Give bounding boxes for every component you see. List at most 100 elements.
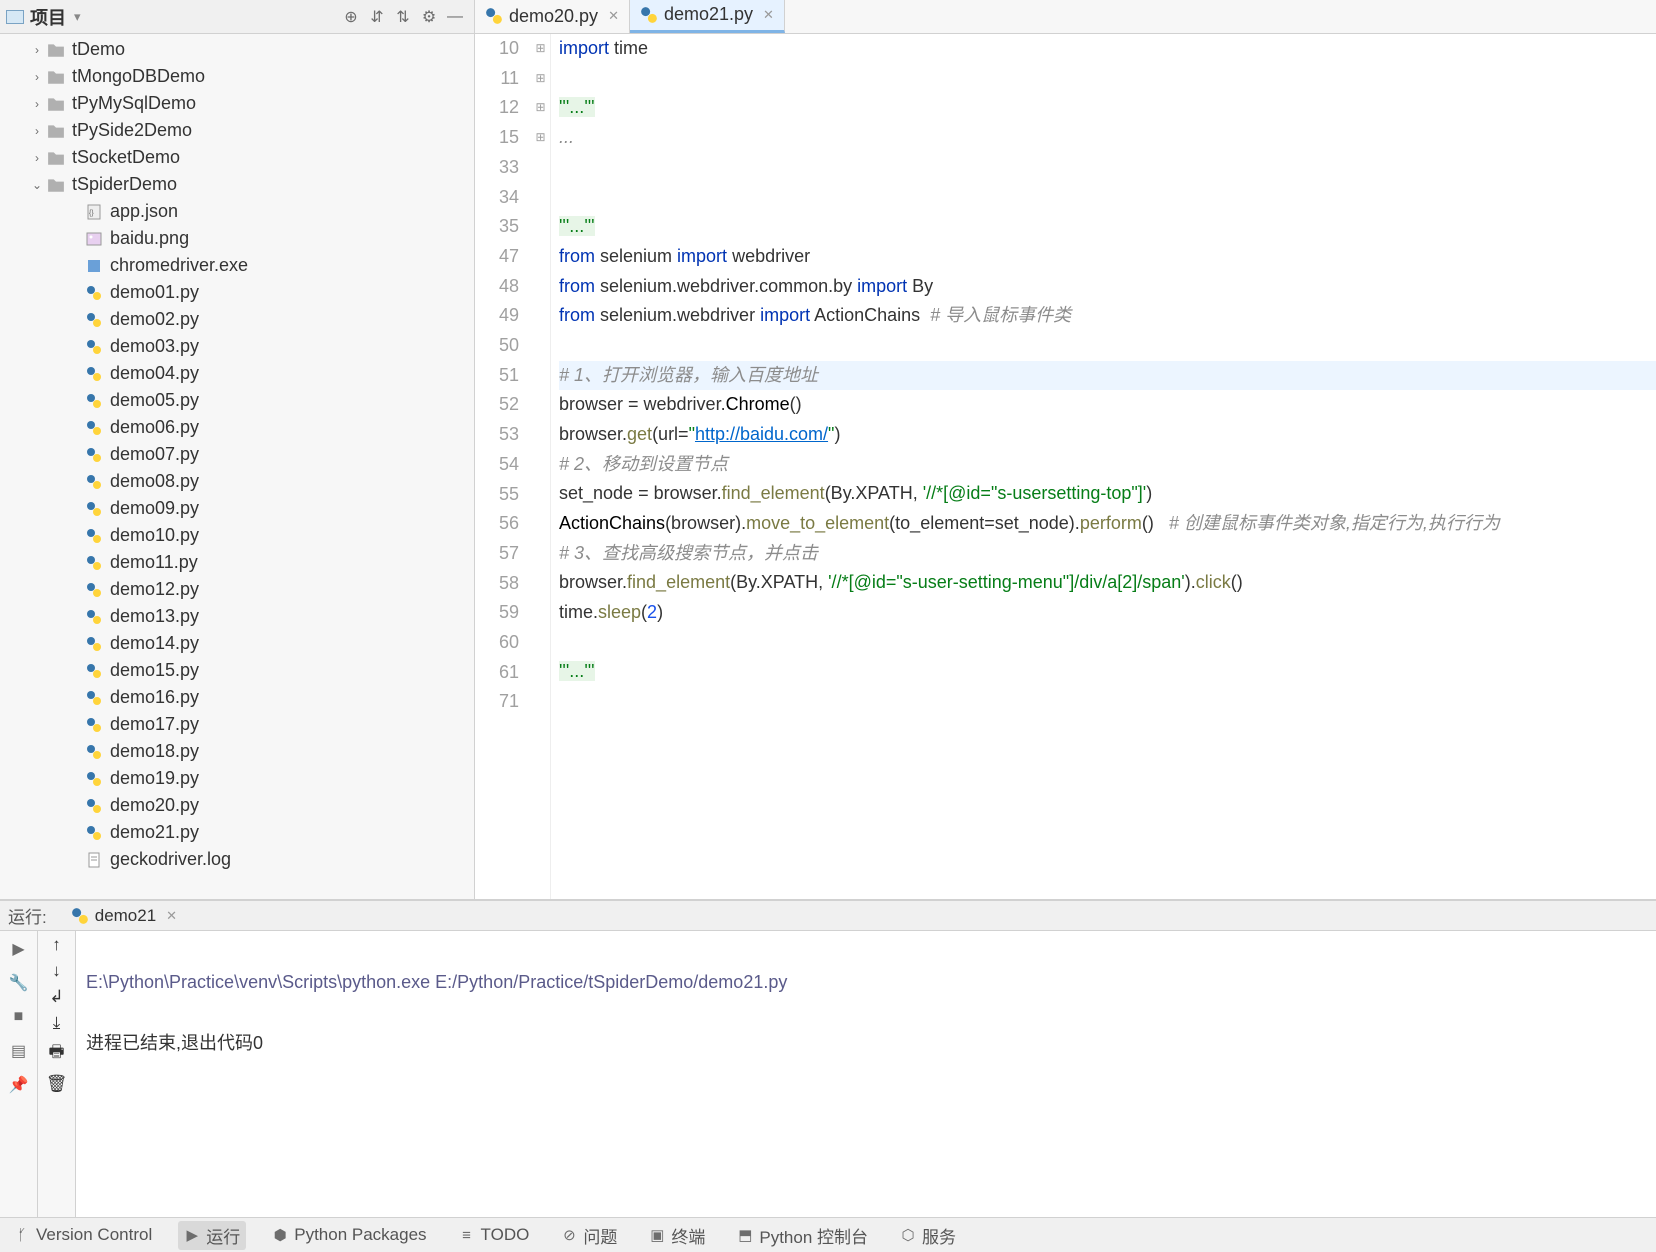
tree-file[interactable]: baidu.png bbox=[0, 225, 474, 252]
statusbar-item-console[interactable]: ⬒ Python 控制台 bbox=[731, 1221, 874, 1250]
code-line[interactable]: browser.get(url="http://baidu.com/") bbox=[559, 420, 1656, 450]
wrench-icon[interactable]: 🔧 bbox=[5, 969, 33, 997]
tree-file[interactable]: {} app.json bbox=[0, 198, 474, 225]
chevron-right-icon[interactable]: › bbox=[28, 43, 46, 57]
code-line[interactable]: ActionChains(browser).move_to_element(to… bbox=[559, 509, 1656, 539]
tree-file[interactable]: demo21.py bbox=[0, 819, 474, 846]
tree-file[interactable]: demo02.py bbox=[0, 306, 474, 333]
tree-file[interactable]: demo13.py bbox=[0, 603, 474, 630]
statusbar-item-todo[interactable]: ≡ TODO bbox=[453, 1223, 536, 1247]
code-line[interactable]: from selenium import webdriver bbox=[559, 242, 1656, 272]
statusbar-item-services[interactable]: ⬡ 服务 bbox=[894, 1221, 962, 1250]
tree-file[interactable]: demo03.py bbox=[0, 333, 474, 360]
tree-file[interactable]: demo04.py bbox=[0, 360, 474, 387]
tree-file[interactable]: geckodriver.log bbox=[0, 846, 474, 873]
tree-file[interactable]: demo19.py bbox=[0, 765, 474, 792]
tree-file[interactable]: chromedriver.exe bbox=[0, 252, 474, 279]
tree-folder[interactable]: › tPySide2Demo bbox=[0, 117, 474, 144]
clear-icon[interactable]: 🗑 bbox=[46, 1074, 68, 1094]
hide-panel-icon[interactable]: — bbox=[442, 4, 468, 30]
editor-tab[interactable]: demo21.py ✕ bbox=[630, 0, 785, 33]
rerun-icon[interactable]: ▶ bbox=[5, 935, 33, 963]
tree-folder[interactable]: › tDemo bbox=[0, 36, 474, 63]
tree-file[interactable]: demo12.py bbox=[0, 576, 474, 603]
code-line[interactable] bbox=[559, 331, 1656, 361]
code-content[interactable]: import time '''...'''... '''...'''from s… bbox=[551, 34, 1656, 899]
project-menu-dropdown[interactable]: ▾ bbox=[74, 9, 81, 25]
tree-file[interactable]: demo09.py bbox=[0, 495, 474, 522]
file-icon bbox=[84, 717, 104, 733]
tree-folder[interactable]: ⌄ tSpiderDemo bbox=[0, 171, 474, 198]
layout-icon[interactable]: ▤ bbox=[5, 1037, 33, 1065]
stop-icon[interactable]: ■ bbox=[5, 1003, 33, 1031]
code-line[interactable]: ... bbox=[559, 123, 1656, 153]
statusbar-item-play[interactable]: ▶ 运行 bbox=[178, 1221, 246, 1250]
code-line[interactable]: set_node = browser.find_element(By.XPATH… bbox=[559, 479, 1656, 509]
pin-icon[interactable]: 📌 bbox=[5, 1071, 33, 1099]
collapse-all-icon[interactable]: ⇅ bbox=[390, 4, 416, 30]
tree-folder[interactable]: › tMongoDBDemo bbox=[0, 63, 474, 90]
statusbar-item-packages[interactable]: ⬢ Python Packages bbox=[266, 1223, 432, 1247]
chevron-right-icon[interactable]: › bbox=[28, 124, 46, 138]
tree-file[interactable]: demo08.py bbox=[0, 468, 474, 495]
print-icon[interactable]: 🖶 bbox=[48, 1039, 64, 1068]
tree-file[interactable]: demo18.py bbox=[0, 738, 474, 765]
tree-folder[interactable]: › tPyMySqlDemo bbox=[0, 90, 474, 117]
chevron-right-icon[interactable]: › bbox=[28, 97, 46, 111]
run-tab[interactable]: demo21 ✕ bbox=[63, 904, 185, 928]
tree-file[interactable]: demo05.py bbox=[0, 387, 474, 414]
tree-file[interactable]: demo07.py bbox=[0, 441, 474, 468]
code-line[interactable]: browser.find_element(By.XPATH, '//*[@id=… bbox=[559, 568, 1656, 598]
code-line[interactable]: '''...''' bbox=[559, 657, 1656, 687]
tree-file[interactable]: demo15.py bbox=[0, 657, 474, 684]
tree-file[interactable]: demo16.py bbox=[0, 684, 474, 711]
file-icon bbox=[84, 285, 104, 301]
code-line[interactable]: '''...''' bbox=[559, 212, 1656, 242]
fold-gutter[interactable]: ⊞⊞⊞⊞ bbox=[531, 34, 551, 899]
code-line[interactable]: # 3、查找高级搜索节点，并点击 bbox=[559, 539, 1656, 569]
close-icon[interactable]: ✕ bbox=[608, 8, 619, 24]
code-line[interactable] bbox=[559, 64, 1656, 94]
chevron-down-icon[interactable]: ⌄ bbox=[28, 178, 46, 192]
editor-body[interactable]: 1011121533343547484950515253545556575859… bbox=[475, 34, 1656, 899]
code-line[interactable]: from selenium.webdriver.common.by import… bbox=[559, 272, 1656, 302]
statusbar-item-terminal[interactable]: ▣ 终端 bbox=[643, 1221, 711, 1250]
soft-wrap-icon[interactable]: ↲ bbox=[49, 987, 63, 1007]
locate-icon[interactable]: ⊕ bbox=[338, 4, 364, 30]
tree-file[interactable]: demo06.py bbox=[0, 414, 474, 441]
tree-file[interactable]: demo14.py bbox=[0, 630, 474, 657]
tree-folder[interactable]: › tSocketDemo bbox=[0, 144, 474, 171]
code-line[interactable]: # 1、打开浏览器，输入百度地址 bbox=[559, 361, 1656, 391]
code-line[interactable]: '''...''' bbox=[559, 93, 1656, 123]
editor-tab[interactable]: demo20.py ✕ bbox=[475, 0, 630, 33]
code-line[interactable]: # 2、移动到设置节点 bbox=[559, 450, 1656, 480]
code-line[interactable] bbox=[559, 687, 1656, 717]
code-line[interactable]: import time bbox=[559, 34, 1656, 64]
statusbar-item-branch[interactable]: ᚶ Version Control bbox=[8, 1223, 158, 1247]
code-line[interactable]: browser = webdriver.Chrome() bbox=[559, 390, 1656, 420]
tree-file[interactable]: demo10.py bbox=[0, 522, 474, 549]
chevron-right-icon[interactable]: › bbox=[28, 151, 46, 165]
editor-tab-bar: demo20.py ✕ demo21.py ✕ bbox=[475, 0, 1656, 34]
down-icon[interactable]: ↓ bbox=[52, 961, 61, 981]
chevron-right-icon[interactable]: › bbox=[28, 70, 46, 84]
settings-icon[interactable]: ⚙ bbox=[416, 4, 442, 30]
code-line[interactable]: from selenium.webdriver import ActionCha… bbox=[559, 301, 1656, 331]
run-output[interactable]: E:\Python\Practice\venv\Scripts\python.e… bbox=[76, 931, 1656, 1217]
expand-all-icon[interactable]: ⇵ bbox=[364, 4, 390, 30]
close-icon[interactable]: ✕ bbox=[166, 908, 177, 924]
code-line[interactable] bbox=[559, 182, 1656, 212]
scroll-to-end-icon[interactable]: ⤓ bbox=[53, 1013, 61, 1033]
tree-file[interactable]: demo11.py bbox=[0, 549, 474, 576]
code-line[interactable] bbox=[559, 153, 1656, 183]
tree-file-label: demo09.py bbox=[110, 498, 199, 519]
code-line[interactable]: time.sleep(2) bbox=[559, 598, 1656, 628]
project-tree[interactable]: › tDemo › tMongoDBDemo › tPyMySqlDemo › … bbox=[0, 34, 474, 899]
close-icon[interactable]: ✕ bbox=[763, 7, 774, 23]
code-line[interactable] bbox=[559, 628, 1656, 658]
up-icon[interactable]: ↑ bbox=[52, 935, 61, 955]
tree-file[interactable]: demo01.py bbox=[0, 279, 474, 306]
tree-file[interactable]: demo20.py bbox=[0, 792, 474, 819]
tree-file[interactable]: demo17.py bbox=[0, 711, 474, 738]
statusbar-item-problems[interactable]: ⊘ 问题 bbox=[555, 1221, 623, 1250]
